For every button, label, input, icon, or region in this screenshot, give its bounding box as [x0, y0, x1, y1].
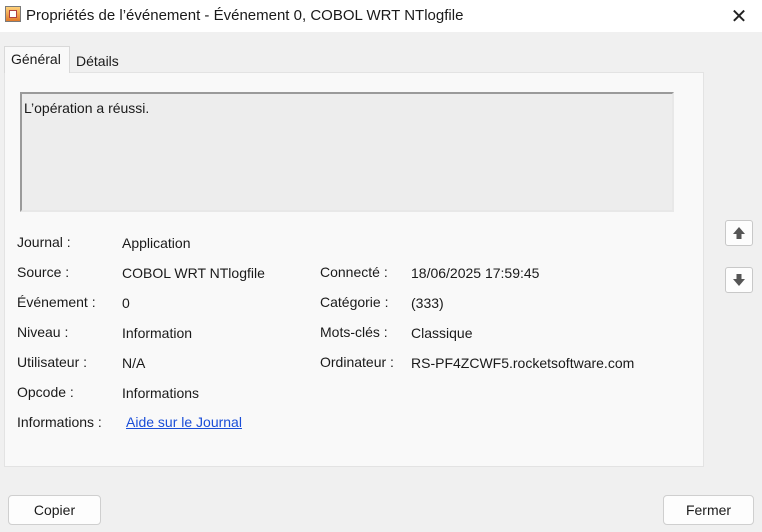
arrow-up-icon	[733, 227, 745, 239]
opcode-label: Opcode :	[17, 384, 74, 400]
title-bar: Propriétés de l’événement - Événement 0,…	[0, 0, 762, 32]
close-button[interactable]: Fermer	[663, 495, 754, 525]
close-icon[interactable]: ✕	[716, 0, 762, 32]
journal-label: Journal :	[17, 234, 71, 250]
next-event-button[interactable]	[725, 267, 753, 293]
logged-value: 18/06/2025 17:59:45	[411, 265, 540, 281]
event-viewer-app-icon	[5, 6, 21, 22]
level-label: Niveau :	[17, 324, 69, 340]
more-info-label: Informations :	[17, 414, 102, 430]
tab-details[interactable]: Détails	[70, 49, 125, 73]
tab-general[interactable]: Général	[4, 46, 70, 73]
keywords-value: Classique	[411, 325, 473, 341]
window-title: Propriétés de l’événement - Événement 0,…	[26, 7, 464, 24]
logged-label: Connecté :	[320, 264, 388, 280]
level-value: Information	[122, 325, 193, 341]
category-label: Catégorie :	[320, 294, 389, 310]
copy-button[interactable]: Copier	[8, 495, 101, 525]
category-value: (333)	[411, 295, 444, 311]
journal-value: Application	[122, 235, 191, 251]
event-description-box[interactable]: L’opération a réussi.	[20, 92, 674, 212]
source-value: COBOL WRT NTlogfile	[122, 265, 265, 281]
event-description-text: L’opération a réussi.	[24, 100, 150, 116]
event-id-label: Événement :	[17, 294, 96, 310]
user-value: N/A	[122, 355, 146, 371]
keywords-label: Mots-clés :	[320, 324, 388, 340]
computer-label: Ordinateur :	[320, 354, 394, 370]
event-id-value: 0	[122, 295, 130, 311]
computer-value: RS-PF4ZCWF5.rocketsoftware.com	[411, 355, 635, 371]
opcode-value: Informations	[122, 385, 200, 401]
help-link[interactable]: Aide sur le Journal	[126, 414, 242, 430]
source-label: Source :	[17, 264, 70, 280]
arrow-down-icon	[733, 274, 745, 286]
user-label: Utilisateur :	[17, 354, 88, 370]
previous-event-button[interactable]	[725, 220, 753, 246]
